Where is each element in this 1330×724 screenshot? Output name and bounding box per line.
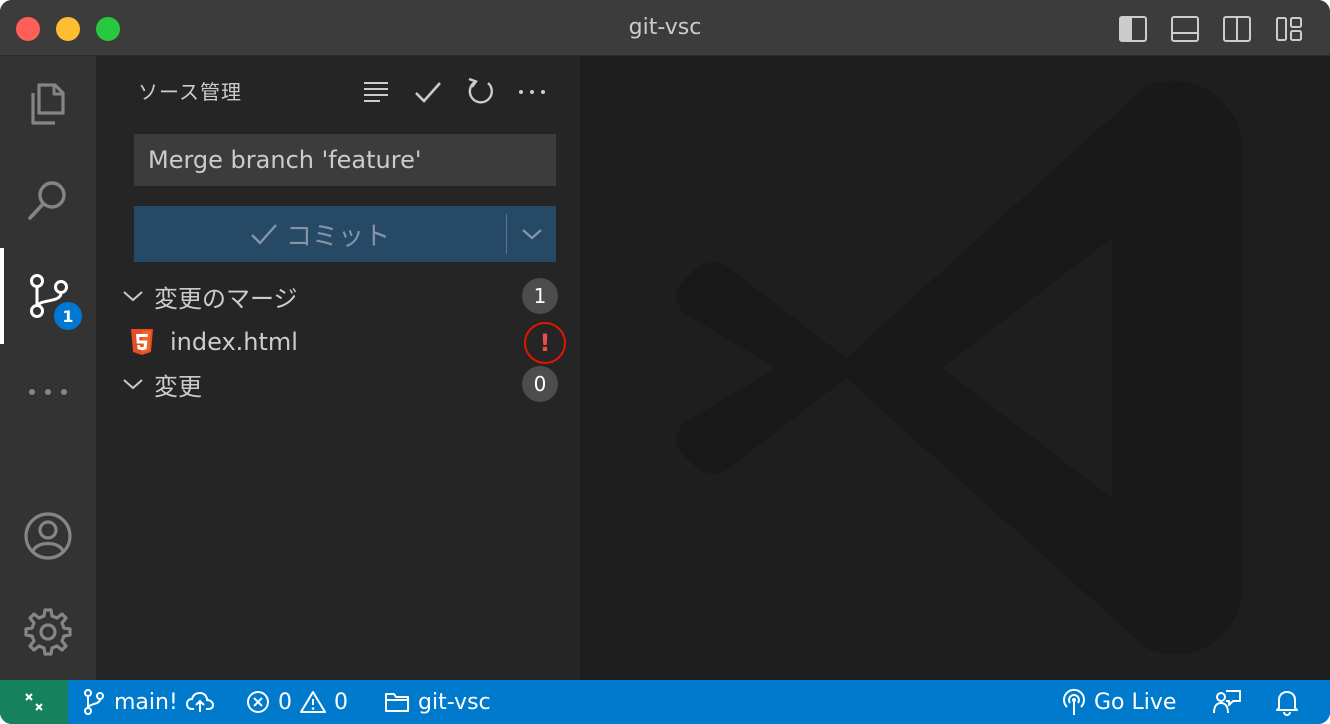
file-item[interactable]: index.html ! — [130, 322, 570, 364]
commit-button[interactable]: コミット — [134, 206, 506, 262]
group-count-badge: 0 — [522, 366, 558, 402]
bell-icon — [1276, 691, 1298, 716]
go-live-button[interactable]: Go Live — [1062, 680, 1176, 724]
error-icon — [247, 691, 269, 713]
more-actions-button[interactable] — [514, 74, 550, 110]
file-name: index.html — [170, 328, 298, 356]
branch-status-item[interactable]: main! — [82, 680, 214, 724]
git-branch-icon — [84, 689, 104, 715]
remote-indicator-button[interactable] — [0, 680, 68, 724]
go-live-label: Go Live — [1094, 689, 1177, 715]
layout-controls — [1118, 14, 1304, 44]
vscode-logo-watermark-icon — [676, 80, 1242, 655]
commit-check-icon — [251, 224, 277, 245]
branch-name: main! — [114, 689, 178, 715]
title-bar: git-vsc — [0, 0, 1330, 56]
activity-source-control[interactable]: 1 — [0, 248, 96, 344]
commit-options-dropdown[interactable] — [507, 206, 556, 262]
activity-more[interactable] — [0, 344, 96, 440]
group-merge-changes[interactable]: 変更のマージ 1 — [118, 276, 558, 316]
account-icon — [24, 512, 72, 560]
html5-file-icon — [131, 329, 153, 355]
check-icon — [415, 82, 441, 103]
chevron-down-icon — [118, 281, 148, 311]
group-label: 変更のマージ — [154, 284, 298, 313]
more-icon — [29, 389, 67, 395]
commit-message-input[interactable] — [134, 134, 556, 186]
group-count-badge: 1 — [522, 278, 558, 314]
folder-icon — [385, 693, 409, 712]
warning-icon — [300, 691, 326, 713]
activity-explorer[interactable] — [0, 56, 96, 152]
commit-button-label: コミット — [285, 221, 390, 252]
sidebar-actions — [358, 74, 550, 110]
status-bar: main! 0 0 git-vsc Go Live — [0, 680, 1330, 724]
feedback-icon — [1213, 690, 1241, 714]
customize-layout-icon[interactable] — [1274, 14, 1304, 44]
activity-bar: 1 — [0, 56, 96, 680]
group-changes[interactable]: 変更 0 — [118, 364, 558, 404]
source-control-badge: 1 — [52, 300, 84, 332]
view-as-list-button[interactable] — [358, 74, 394, 110]
commit-button-group: コミット — [134, 206, 556, 262]
editor-area — [580, 56, 1330, 680]
activity-manage[interactable] — [0, 584, 96, 680]
refresh-button[interactable] — [462, 74, 498, 110]
folder-status-item[interactable]: git-vsc — [384, 680, 491, 724]
folder-name: git-vsc — [418, 689, 491, 715]
toggle-primary-sidebar-icon[interactable] — [1118, 14, 1148, 44]
problems-status-item[interactable]: 0 0 — [246, 680, 348, 724]
conflict-status-badge: ! — [524, 322, 566, 364]
warning-count: 0 — [334, 689, 348, 715]
vscode-window: git-vsc 1 ソース管理 Merge branch 'feature' コ… — [0, 0, 1330, 724]
files-icon — [31, 83, 65, 125]
cloud-upload-icon — [185, 691, 214, 712]
group-label: 変更 — [154, 372, 202, 401]
sidebar-title: ソース管理 — [138, 80, 242, 104]
chevron-down-icon — [521, 229, 542, 240]
list-flat-icon — [364, 82, 388, 102]
activity-search[interactable] — [0, 152, 96, 248]
toggle-panel-icon[interactable] — [1170, 14, 1200, 44]
toggle-secondary-sidebar-icon[interactable] — [1222, 14, 1252, 44]
chevron-down-icon — [118, 369, 148, 399]
settings-gear-icon — [24, 608, 72, 656]
remote-icon — [25, 693, 43, 711]
search-icon — [28, 181, 66, 220]
refresh-icon — [468, 77, 493, 104]
feedback-button[interactable] — [1212, 680, 1242, 724]
source-control-sidebar: ソース管理 Merge branch 'feature' コミット 変更のマージ… — [96, 56, 580, 680]
ellipsis-icon — [519, 90, 545, 94]
activity-accounts[interactable] — [0, 488, 96, 584]
error-count: 0 — [278, 689, 292, 715]
commit-check-button[interactable] — [410, 74, 446, 110]
notifications-button[interactable] — [1274, 680, 1300, 724]
broadcast-icon — [1063, 688, 1085, 715]
